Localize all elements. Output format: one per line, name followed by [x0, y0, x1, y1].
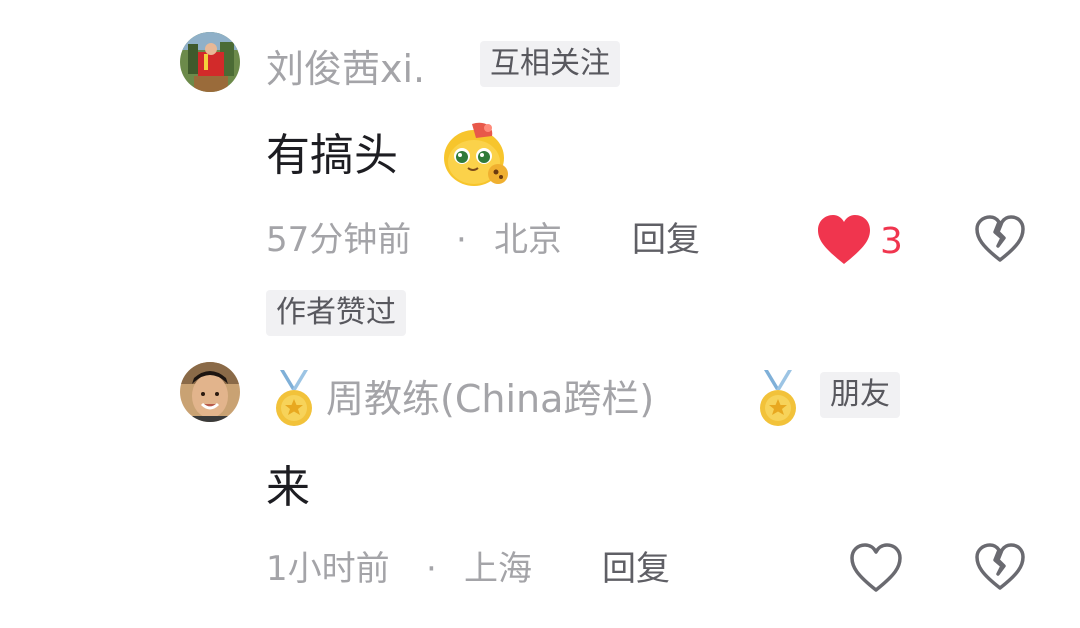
- comment-time: 57分钟前: [266, 220, 412, 260]
- avatar[interactable]: [180, 362, 240, 422]
- friend-badge: 朋友: [820, 372, 900, 418]
- meta-separator: ·: [456, 220, 467, 260]
- author-liked-badge: 作者赞过: [266, 290, 406, 336]
- comment-location: 北京: [494, 220, 562, 260]
- dislike-broken-heart-icon[interactable]: [974, 542, 1026, 592]
- comment-text: 有搞头: [266, 130, 398, 181]
- comment-location: 上海: [464, 549, 532, 589]
- mutual-follow-badge: 互相关注: [480, 41, 620, 87]
- comment-text: 来: [266, 462, 310, 513]
- comment-author-name[interactable]: 周教练(China跨栏): [326, 380, 654, 418]
- gold-medal-icon: [272, 370, 316, 428]
- avatar[interactable]: [180, 32, 240, 92]
- comment-author-name[interactable]: 刘俊茜xi.: [266, 50, 425, 88]
- like-heart-filled-icon[interactable]: [816, 214, 872, 266]
- like-count: 3: [880, 221, 903, 262]
- comment-time: 1小时前: [266, 549, 390, 589]
- like-heart-outline-icon[interactable]: [848, 542, 904, 594]
- gold-medal-icon: [756, 370, 800, 428]
- cute-blob-sticker-icon: [440, 118, 512, 190]
- reply-button[interactable]: 回复: [632, 223, 700, 257]
- dislike-broken-heart-icon[interactable]: [974, 214, 1026, 264]
- reply-button[interactable]: 回复: [602, 552, 670, 586]
- meta-separator: ·: [426, 549, 437, 589]
